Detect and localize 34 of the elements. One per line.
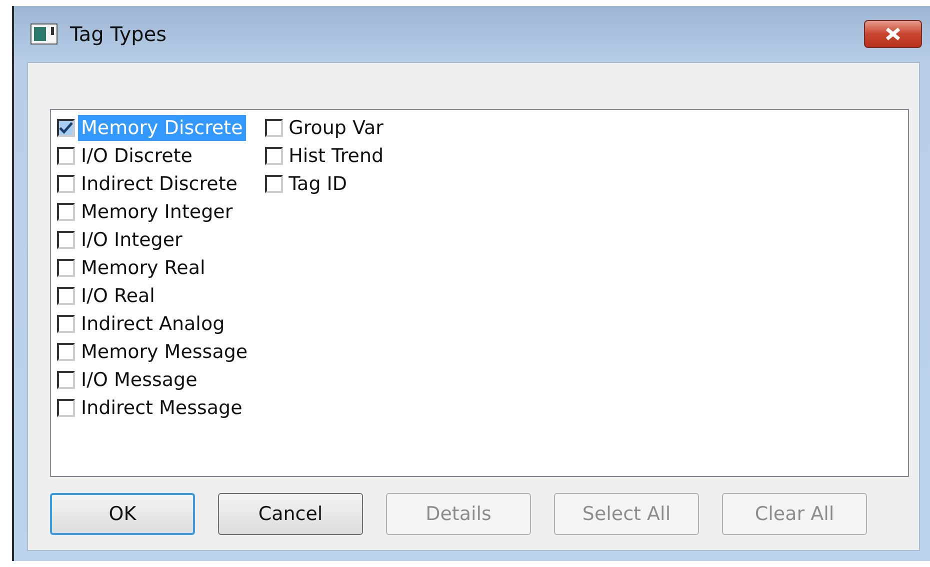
dialog-button[interactable]: OK <box>50 493 195 535</box>
list-item[interactable]: Memory Message <box>78 339 251 365</box>
list-item[interactable]: Indirect Analog <box>78 311 228 337</box>
list-item[interactable]: Memory Real <box>78 255 208 281</box>
checkbox[interactable] <box>57 343 75 361</box>
checkbox[interactable] <box>57 231 75 249</box>
list-item[interactable]: Tag ID <box>286 171 350 197</box>
checkbox[interactable] <box>57 315 75 333</box>
checkbox[interactable] <box>57 175 75 193</box>
list-item[interactable]: I/O Message <box>78 367 200 393</box>
window-icon <box>30 23 58 45</box>
checkbox[interactable] <box>264 175 283 193</box>
checkbox[interactable] <box>264 119 283 137</box>
checkbox[interactable] <box>57 399 75 417</box>
list-item[interactable]: Memory Integer <box>78 199 236 225</box>
list-item[interactable]: Group Var <box>286 115 386 141</box>
list-item[interactable]: I/O Integer <box>78 227 186 253</box>
checkbox[interactable] <box>57 147 75 165</box>
checkbox[interactable] <box>57 259 75 277</box>
list-item[interactable]: Hist Trend <box>286 143 387 169</box>
checkbox[interactable] <box>57 287 75 305</box>
list-item[interactable]: Indirect Discrete <box>78 171 240 197</box>
checkbox[interactable] <box>264 147 283 165</box>
checkbox[interactable] <box>57 203 75 221</box>
close-button[interactable] <box>864 20 922 48</box>
checkbox[interactable] <box>57 119 75 137</box>
list-item[interactable]: I/O Real <box>78 283 158 309</box>
checkbox[interactable] <box>57 371 75 389</box>
list-item[interactable]: I/O Discrete <box>78 143 196 169</box>
checkmark-icon <box>59 122 73 134</box>
close-icon <box>884 27 902 41</box>
list-item[interactable]: Indirect Message <box>78 395 246 421</box>
dialog-button[interactable]: Cancel <box>218 493 363 535</box>
window-title: Tag Types <box>70 22 168 46</box>
